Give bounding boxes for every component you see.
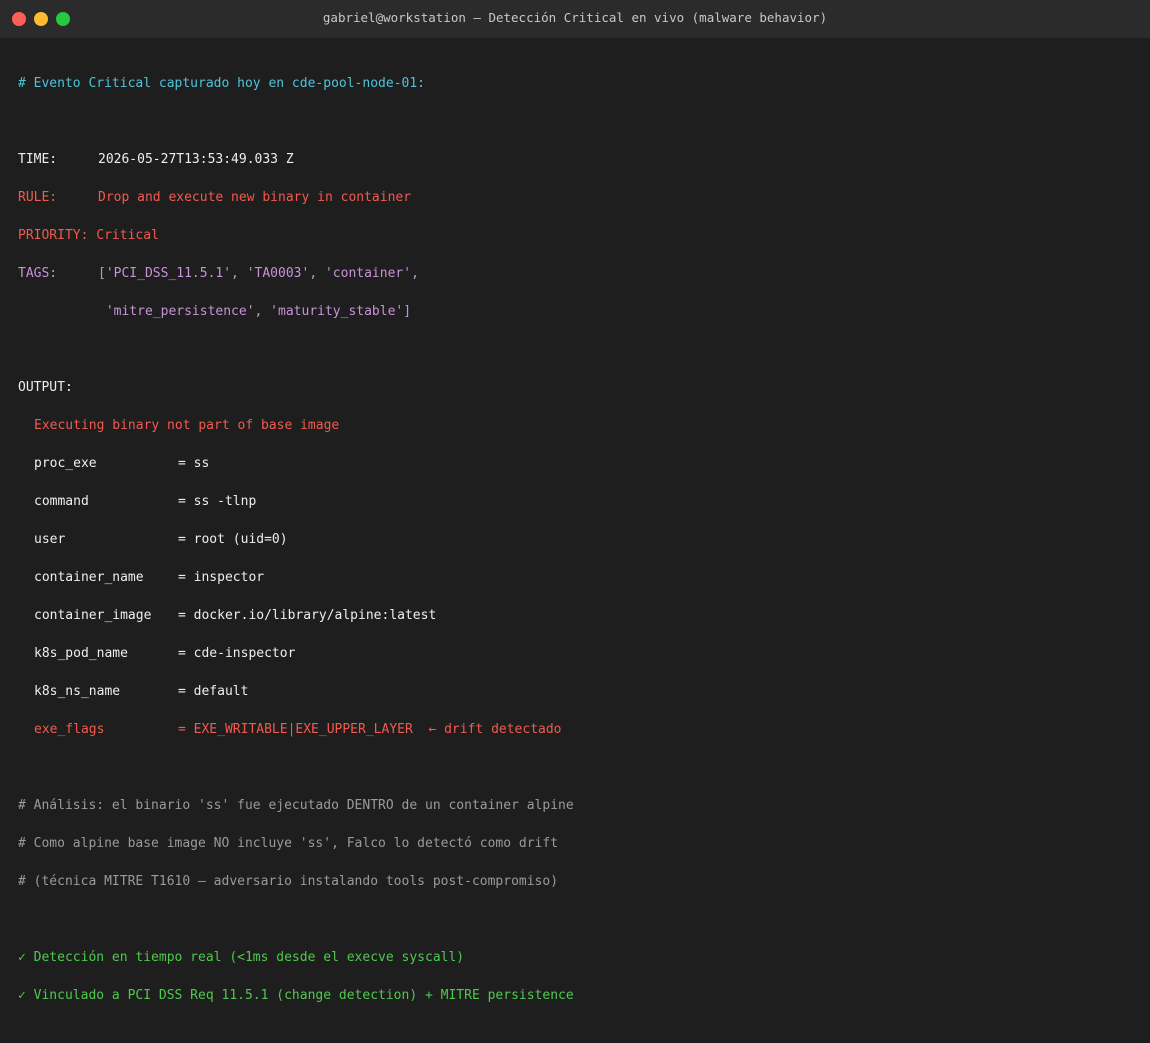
check-line: ✓ Vinculado a PCI DSS Req 11.5.1 (change… [18, 988, 574, 1003]
field-key: k8s_ns_name [34, 684, 121, 699]
field-row: container_image = docker.io/library/alpin… [18, 606, 1150, 625]
field-key: proc_exe [34, 456, 97, 471]
field-value: = inspector [178, 570, 265, 585]
header-comment: # Evento Critical capturado hoy en cde-p… [18, 76, 425, 91]
field-row: command = ss -tlnp [18, 492, 1150, 511]
priority-key: PRIORITY: [18, 228, 89, 243]
terminal-window: gabriel@workstation — Detección Critical… [0, 0, 1150, 1003]
field-value: = ss [178, 456, 210, 471]
field-row: k8s_ns_name = default [18, 682, 1150, 701]
window-title: gabriel@workstation — Detección Critical… [322, 10, 828, 25]
title-bar: gabriel@workstation — Detección Critical… [0, 0, 1150, 38]
field-row: proc_exe = ss [18, 454, 1150, 473]
tags-line: TAGS: ['PCI_DSS_11.5.1', 'TA0003', 'conta… [18, 264, 1150, 283]
field-key: exe_flags [34, 722, 105, 737]
rule-key: RULE: [18, 190, 58, 205]
field-value: = root (uid=0) [178, 532, 288, 547]
field-row-flagged: exe_flags = EXE_WRITABLE|EXE_UPPER_LAYER … [18, 720, 1150, 739]
output-key: OUTPUT: [18, 380, 73, 395]
field-value: = EXE_WRITABLE|EXE_UPPER_LAYER ← drift d… [178, 722, 562, 737]
field-value: = ss -tlnp [178, 494, 257, 509]
field-key: user [34, 532, 66, 547]
tags-value-1: ['PCI_DSS_11.5.1', 'TA0003', 'container'… [98, 266, 419, 281]
time-key: TIME: [18, 152, 58, 167]
field-key: command [34, 494, 89, 509]
tags-value-2: 'mitre_persistence', 'maturity_stable'] [98, 304, 412, 319]
time-line: TIME: 2026-05-27T13:53:49.033 Z [18, 150, 1150, 169]
tags-line-cont: 'mitre_persistence', 'maturity_stable'] [18, 302, 1150, 321]
field-value: = default [178, 684, 249, 699]
field-key: container_image [34, 608, 152, 623]
time-value: 2026-05-27T13:53:49.033 Z [98, 152, 294, 167]
field-value: = docker.io/library/alpine:latest [178, 608, 437, 623]
field-value: = cde-inspector [178, 646, 296, 661]
field-row: user = root (uid=0) [18, 530, 1150, 549]
output-message: Executing binary not part of base image [34, 418, 340, 433]
analysis-comment: # (técnica MITRE T1610 — adversario inst… [18, 874, 559, 889]
check-line: ✓ Detección en tiempo real (<1ms desde e… [18, 950, 465, 965]
field-row: container_name = inspector [18, 568, 1150, 587]
tags-key: TAGS: [18, 266, 58, 281]
rule-value: Drop and execute new binary in container [98, 190, 412, 205]
terminal-output[interactable]: # Evento Critical capturado hoy en cde-p… [18, 55, 1150, 1043]
field-row: k8s_pod_name = cde-inspector [18, 644, 1150, 663]
field-key: container_name [34, 570, 144, 585]
analysis-comment: # Análisis: el binario 'ss' fue ejecutad… [18, 798, 574, 813]
analysis-comment: # Como alpine base image NO incluye 'ss'… [18, 836, 559, 851]
priority-value: Critical [96, 228, 159, 243]
field-key: k8s_pod_name [34, 646, 128, 661]
priority-line: PRIORITY: Critical [18, 226, 1150, 245]
rule-line: RULE: Drop and execute new binary in cont… [18, 188, 1150, 207]
